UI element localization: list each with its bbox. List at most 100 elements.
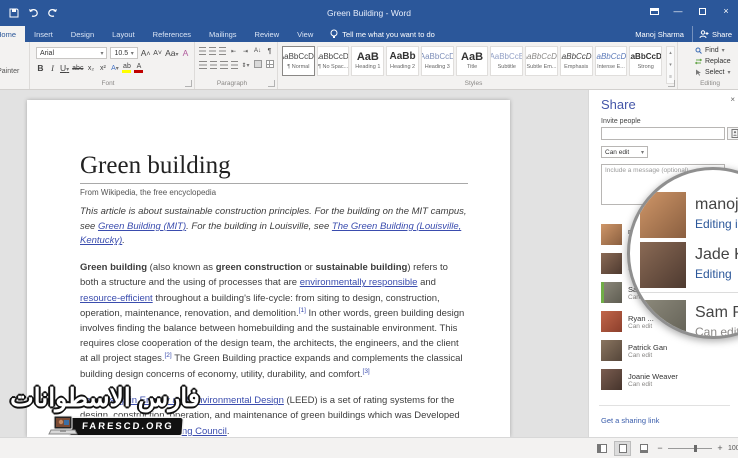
redo-icon[interactable] [46,7,58,19]
tab-review[interactable]: Review [246,26,289,42]
font-dialog-launcher[interactable] [185,80,192,87]
styles-gallery-scroll[interactable]: ▴▾≡ [666,46,675,84]
close-icon[interactable]: × [714,0,738,22]
style-intensee[interactable]: AaBbCcDdIntense E... [595,46,628,76]
tab-layout[interactable]: Layout [103,26,144,42]
web-layout-icon[interactable] [635,441,652,456]
magnified-person-status: Editing in r [695,217,738,231]
superscript-icon[interactable]: x² [98,65,107,72]
styles-dialog-launcher[interactable] [668,80,675,87]
restore-icon[interactable] [690,0,714,22]
style-name: ¶ No Spac... [318,64,348,70]
font-name-combo[interactable]: Arial▾ [36,47,107,59]
style-name: Heading 2 [390,64,415,70]
style-preview: AaB [357,52,379,62]
line-spacing-icon[interactable]: ⇕▾ [241,62,250,69]
replace-button[interactable]: Replace [695,56,738,67]
magnified-person-text: Sam PateCan edit [695,300,738,339]
show-marks-icon[interactable]: ¶ [265,48,274,55]
highlight-color-icon[interactable]: ab [122,63,131,73]
paragraph-dialog-launcher[interactable] [268,80,275,87]
share-panel-close-icon[interactable]: × [730,95,735,104]
zoom-out-icon[interactable]: − [656,443,664,453]
tab-view[interactable]: View [288,26,322,42]
save-icon[interactable] [8,7,20,19]
sort-icon[interactable]: A↓ [253,48,262,54]
zoom-slider-thumb[interactable] [694,445,697,452]
numbering-icon[interactable] [209,47,216,55]
doc-link[interactable]: environmentally responsible [300,277,418,288]
grow-font-icon[interactable]: A˄ [141,48,150,58]
style-name: Heading 3 [425,64,450,70]
style-subtitle[interactable]: AaBbCcESubtitle [490,46,523,76]
permission-dropdown[interactable]: Can edit▾ [601,146,648,158]
change-case-icon[interactable]: Aa▾ [165,48,178,58]
hatnote-link[interactable]: Green Building (MIT) [98,221,186,232]
justify-icon[interactable] [231,61,239,69]
align-left-icon[interactable] [199,61,207,69]
subscript-icon[interactable]: x₂ [86,65,95,72]
style-h2[interactable]: AaBbHeading 2 [386,46,419,76]
format-painter-button[interactable]: Format Painter [0,68,19,75]
italic-button[interactable]: I [48,63,57,73]
align-right-icon[interactable] [220,61,228,69]
font-color-icon[interactable]: A [134,63,143,73]
zoom-slider[interactable] [668,448,712,449]
tab-references[interactable]: References [144,26,200,42]
avatar [601,340,622,361]
style-emphasis[interactable]: AaBbCcDdEmphasis [560,46,593,76]
bullets-icon[interactable] [199,47,206,55]
share-button-label: Share [712,30,732,39]
doc-link[interactable]: resource-efficient [80,293,153,304]
signed-in-user[interactable]: Manoj Sharma [635,30,684,39]
style-h1[interactable]: AaBHeading 1 [351,46,384,76]
share-person-row[interactable]: Patrick GanCan edit [601,336,734,365]
align-center-icon[interactable] [210,61,218,69]
font-size-combo[interactable]: 10.5▾ [110,47,137,59]
minimize-icon[interactable]: — [666,0,690,22]
window-title: Green Building - Word [0,0,738,26]
multilevel-list-icon[interactable] [219,47,226,55]
style-name: Title [467,64,477,70]
style-preview: AaB [461,52,483,62]
shading-icon[interactable] [253,60,262,70]
style-subtleem[interactable]: AaBbCcDdSubtle Em... [525,46,558,76]
print-layout-icon[interactable] [614,441,631,456]
zoom-in-icon[interactable]: + [716,443,724,453]
increase-indent-icon[interactable]: ⇥ [241,48,250,55]
share-person-row[interactable]: Joanie WeaverCan edit [601,365,734,394]
tab-home[interactable]: Home [0,26,25,42]
style-nospac[interactable]: AaBbCcDc¶ No Spac... [317,46,350,76]
style-h3[interactable]: AaBbCcDHeading 3 [421,46,454,76]
person-name: Patrick Gan [628,343,667,352]
share-button[interactable]: Share [692,26,738,42]
borders-icon[interactable] [265,60,274,70]
style-title[interactable]: AaB Title [456,46,489,76]
strikethrough-icon[interactable]: abc [72,65,83,72]
tell-me-box[interactable]: Tell me what you want to do [322,26,443,42]
decrease-indent-icon[interactable]: ⇤ [229,48,238,55]
select-button[interactable]: Select▾ [695,67,738,78]
person-text: Patrick GanCan edit [628,343,667,359]
person-text: Joanie WeaverCan edit [628,372,678,388]
undo-icon[interactable] [27,7,39,19]
clear-formatting-icon[interactable]: A [181,48,190,58]
styles-group: AaBbCcDc¶ NormalAaBbCcDc¶ No Spac...AaBH… [278,42,678,89]
ribbon-display-options-icon[interactable] [642,0,666,22]
tab-design[interactable]: Design [62,26,103,42]
style-normal[interactable]: AaBbCcDc¶ Normal [282,46,315,76]
zoom-percent[interactable]: 100% [728,445,738,452]
magnified-avatar [640,192,686,238]
bold-button[interactable]: B [36,63,45,73]
style-strong[interactable]: AaBbCcDdStrong [629,46,662,76]
text-effects-icon[interactable]: A▾ [110,65,119,72]
tab-insert[interactable]: Insert [25,26,62,42]
invite-people-input[interactable] [601,127,725,140]
tab-mailings[interactable]: Mailings [200,26,246,42]
address-book-icon[interactable] [727,127,738,140]
get-sharing-link[interactable]: Get a sharing link [601,416,659,425]
read-mode-icon[interactable] [593,441,610,456]
underline-button[interactable]: U▾ [60,63,69,73]
shrink-font-icon[interactable]: A˅ [153,50,162,57]
find-button[interactable]: Find▾ [695,45,738,56]
